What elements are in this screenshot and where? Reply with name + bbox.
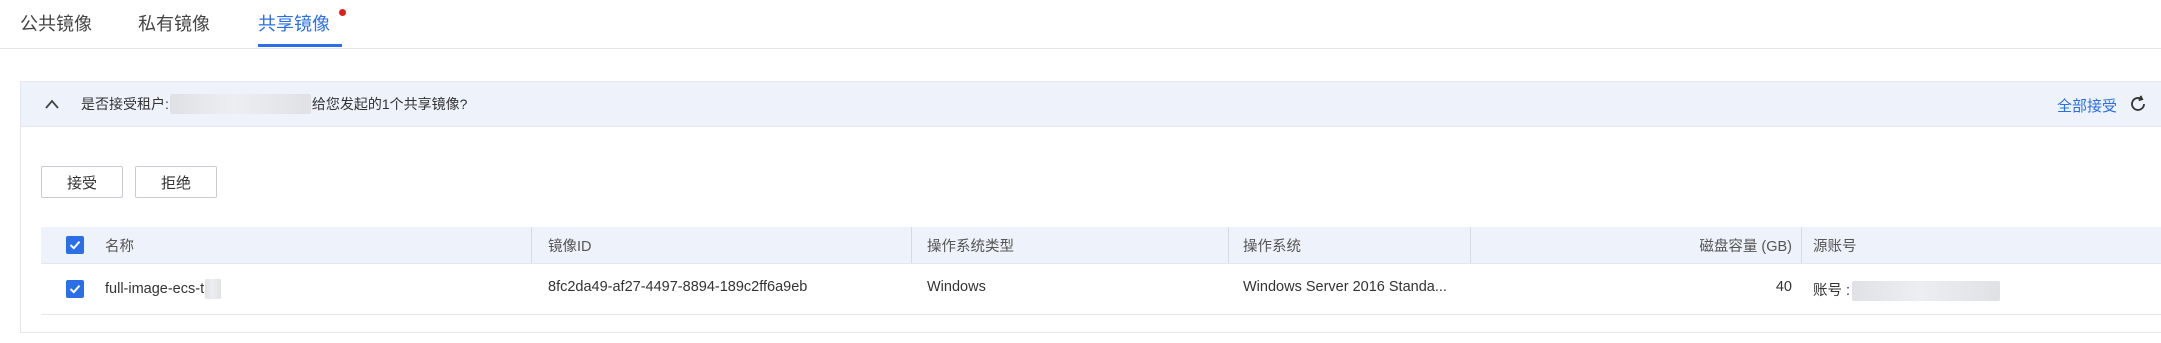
accept-button[interactable]: 接受	[41, 166, 123, 198]
image-tabs: 公共镜像 私有镜像 共享镜像	[0, 0, 2161, 49]
os-cell: Windows Server 2016 Standa...	[1243, 279, 1447, 295]
column-divider	[531, 227, 532, 263]
row-checkbox[interactable]	[66, 280, 84, 298]
tab-private-images[interactable]: 私有镜像	[138, 10, 210, 36]
source-account-cell: 账号 :	[1813, 279, 2001, 302]
tab-shared-images[interactable]: 共享镜像	[258, 10, 330, 36]
column-header-image-id: 镜像ID	[548, 239, 592, 255]
share-request-prompt: 是否接受租户: 给您发起的1个共享镜像?	[81, 94, 467, 114]
column-divider	[1228, 227, 1229, 263]
checkbox-checked-icon	[69, 240, 81, 250]
masked-name-suffix	[205, 279, 222, 299]
disk-capacity-cell: 40	[1775, 279, 1792, 295]
image-id-cell: 8fc2da49-af27-4497-8894-189c2ff6a9eb	[548, 279, 808, 295]
refresh-icon[interactable]	[2128, 94, 2148, 114]
image-name-cell: full-image-ecs-t	[105, 279, 222, 299]
tab-public-images[interactable]: 公共镜像	[20, 10, 92, 36]
image-name: full-image-ecs-t	[105, 280, 205, 297]
masked-account-id	[1852, 281, 2001, 302]
chevron-up-icon[interactable]	[43, 96, 61, 112]
prompt-suffix: 给您发起的1个共享镜像?	[311, 96, 468, 112]
os-type-cell: Windows	[927, 279, 986, 295]
prompt-prefix: 是否接受租户:	[81, 96, 169, 112]
column-header-os: 操作系统	[1243, 239, 1301, 255]
select-all-checkbox[interactable]	[66, 236, 84, 254]
column-divider	[1470, 227, 1471, 263]
column-header-source: 源账号	[1813, 239, 1857, 255]
reject-button[interactable]: 拒绝	[135, 166, 217, 198]
panel-header: 是否接受租户: 给您发起的1个共享镜像? 全部接受	[21, 82, 2161, 127]
column-header-disk: 磁盘容量 (GB)	[1699, 239, 1792, 255]
accept-all-link[interactable]: 全部接受	[2057, 95, 2117, 116]
shared-image-request-panel: 是否接受租户: 给您发起的1个共享镜像? 全部接受 接受 拒绝 名称 镜像ID 操…	[20, 81, 2161, 333]
notification-dot	[339, 9, 346, 16]
table-header: 名称 镜像ID 操作系统类型 操作系统 磁盘容量 (GB) 源账号	[41, 227, 2161, 264]
checkbox-checked-icon	[69, 284, 81, 294]
column-header-os-type: 操作系统类型	[927, 239, 1014, 255]
source-account-label: 账号 :	[1813, 283, 1851, 299]
table-row: full-image-ecs-t 8fc2da49-af27-4497-8894…	[41, 264, 2161, 315]
column-divider	[1801, 227, 1802, 263]
column-header-name: 名称	[105, 239, 134, 255]
active-tab-indicator	[258, 44, 342, 47]
masked-tenant-name	[169, 94, 311, 114]
column-divider	[911, 227, 912, 263]
